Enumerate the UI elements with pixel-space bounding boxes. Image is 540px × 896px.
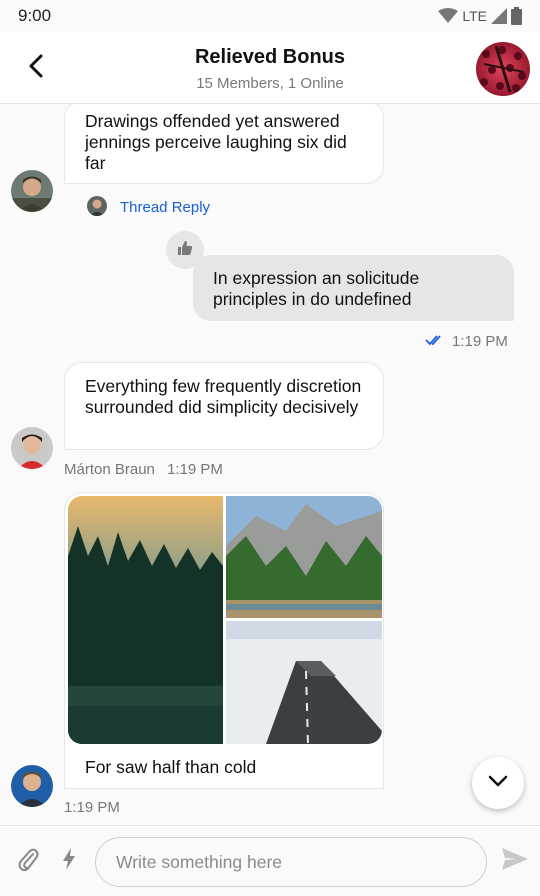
- channel-header: Relieved Bonus 15 Members, 1 Online: [0, 32, 540, 104]
- message-time: 1:19 PM: [167, 461, 223, 478]
- channel-title: Relieved Bonus: [194, 46, 346, 68]
- status-time: 9:00: [18, 6, 52, 25]
- network-label: LTE: [462, 8, 487, 24]
- chevron-down-icon: [488, 774, 508, 792]
- send-icon: [501, 847, 529, 876]
- forest-image[interactable]: [68, 496, 223, 744]
- attach-button[interactable]: [14, 846, 42, 876]
- paperclip-icon: [17, 846, 39, 877]
- message-bubble[interactable]: Drawings offended yet answered jennings …: [64, 104, 384, 184]
- message-meta: Márton Braun 1:19 PM: [64, 461, 223, 478]
- double-check-icon: [425, 333, 445, 352]
- message-text: For saw half than cold: [85, 757, 257, 777]
- own-message-bubble[interactable]: In expression an solicitude principles i…: [193, 255, 514, 321]
- status-bar: 9:00 LTE: [0, 0, 540, 32]
- message-text: Drawings offended yet answered jennings …: [85, 111, 347, 173]
- image-gallery[interactable]: For saw half than cold: [64, 492, 384, 788]
- avatar[interactable]: [11, 170, 53, 212]
- message-list[interactable]: Drawings offended yet answered jennings …: [0, 104, 540, 825]
- scroll-to-bottom-button[interactable]: [472, 757, 524, 809]
- gallery-bottom-edge: [64, 788, 384, 789]
- message-bubble[interactable]: Everything few frequently discretion sur…: [64, 362, 384, 450]
- mountain-valley-image[interactable]: [226, 496, 382, 618]
- status-icons: LTE: [438, 7, 522, 25]
- lightning-icon: [62, 847, 76, 875]
- battery-icon: [511, 7, 522, 25]
- thread-participant-avatar: [87, 196, 107, 216]
- channel-avatar[interactable]: [476, 42, 530, 96]
- message-author: Márton Braun: [64, 461, 155, 478]
- message-input-wrapper: [95, 837, 487, 887]
- send-button[interactable]: [500, 846, 530, 876]
- snowy-road-image[interactable]: [226, 621, 382, 744]
- message-text: Everything few frequently discretion sur…: [85, 376, 362, 417]
- message-time: 1:19 PM: [452, 333, 508, 350]
- signal-icon: [491, 8, 507, 24]
- message-input[interactable]: [116, 838, 476, 886]
- avatar[interactable]: [11, 427, 53, 469]
- message-time: 1:19 PM: [64, 799, 120, 816]
- channel-member-count: 15 Members, 1 Online: [196, 75, 344, 92]
- message-text: In expression an solicitude principles i…: [213, 268, 420, 309]
- thread-reply-link[interactable]: Thread Reply: [120, 199, 210, 216]
- thumbs-up-icon: [177, 240, 193, 261]
- avatar[interactable]: [11, 765, 53, 807]
- wifi-icon: [438, 8, 459, 24]
- message-composer: [0, 825, 540, 896]
- commands-button[interactable]: [58, 847, 80, 875]
- image-grid: [68, 496, 382, 744]
